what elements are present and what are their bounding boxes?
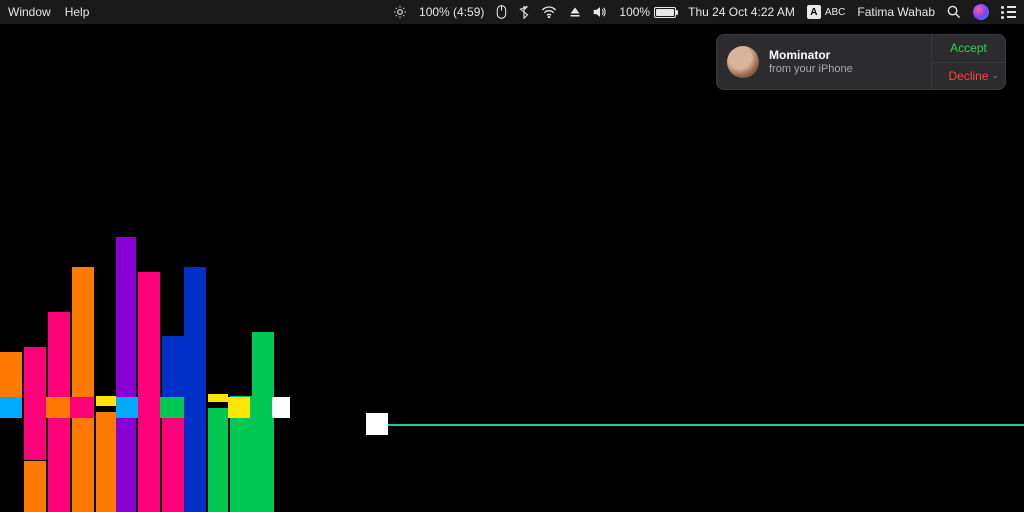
chevron-down-icon[interactable]: ⌄ [991, 70, 999, 81]
call-actions: Accept Decline ⌄ [931, 35, 1005, 89]
input-source-badge: A [807, 5, 821, 19]
bluetooth-icon[interactable] [519, 5, 529, 19]
volume-icon[interactable] [593, 6, 607, 18]
visualizer-bar [162, 406, 184, 512]
visualizer-bar [0, 352, 22, 397]
visualizer-bar [252, 332, 274, 512]
visualizer-bar [72, 267, 94, 512]
call-source: from your iPhone [769, 63, 853, 77]
visualizer-bar [24, 347, 46, 460]
visualizer-bar [46, 397, 70, 418]
input-source[interactable]: A ABC [807, 5, 846, 19]
menubar: Window Help 100% (4:59) 100% Thu 24 Oct … [0, 0, 1024, 24]
visualizer-bar [228, 397, 250, 418]
notification-center-icon[interactable] [1001, 6, 1016, 19]
playhead[interactable] [366, 413, 388, 435]
wifi-icon[interactable] [541, 6, 557, 18]
user-name[interactable]: Fatima Wahab [857, 5, 935, 19]
menu-right: 100% (4:59) 100% Thu 24 Oct 4:22 AM A AB… [393, 4, 1016, 20]
eject-icon[interactable] [569, 6, 581, 18]
input-source-label: ABC [825, 7, 846, 18]
decline-label: Decline [948, 69, 988, 83]
timeline-line [388, 424, 1024, 426]
visualizer-bar [208, 394, 228, 402]
menu-help[interactable]: Help [65, 5, 90, 19]
mouse-icon[interactable] [496, 5, 507, 19]
visualizer-bar [0, 397, 22, 418]
visualizer-bar [160, 397, 184, 418]
menu-window[interactable]: Window [8, 5, 51, 19]
visualizer-bar [184, 267, 206, 512]
visualizer-bar [96, 412, 116, 512]
menu-left: Window Help [8, 5, 89, 19]
visualizer-bar [70, 397, 94, 418]
call-notification: Mominator from your iPhone Accept Declin… [716, 34, 1006, 90]
visualizer-bar [24, 461, 46, 512]
brightness-pct: 100% (4:59) [419, 5, 484, 19]
siri-icon[interactable] [973, 4, 989, 20]
spotlight-icon[interactable] [947, 5, 961, 19]
brightness-icon[interactable] [393, 5, 407, 19]
accept-button[interactable]: Accept [932, 35, 1005, 63]
visualizer-bar [272, 397, 290, 418]
visualizer-bar [116, 397, 138, 418]
battery-status[interactable]: 100% [619, 5, 676, 19]
clock[interactable]: Thu 24 Oct 4:22 AM [688, 5, 795, 19]
battery-pct: 100% [619, 5, 650, 19]
visualizer-bar [162, 336, 184, 400]
decline-button[interactable]: Decline ⌄ [932, 63, 1005, 90]
caller-avatar [727, 46, 759, 78]
caller-name: Mominator [769, 48, 853, 63]
visualizer-bar [138, 272, 160, 512]
visualizer-bar [116, 237, 136, 512]
call-notification-body[interactable]: Mominator from your iPhone [717, 35, 931, 89]
audio-visualizer [0, 207, 290, 512]
visualizer-bar [96, 396, 116, 406]
battery-icon [654, 7, 676, 18]
call-text: Mominator from your iPhone [769, 48, 853, 77]
visualizer-bar [208, 408, 228, 512]
